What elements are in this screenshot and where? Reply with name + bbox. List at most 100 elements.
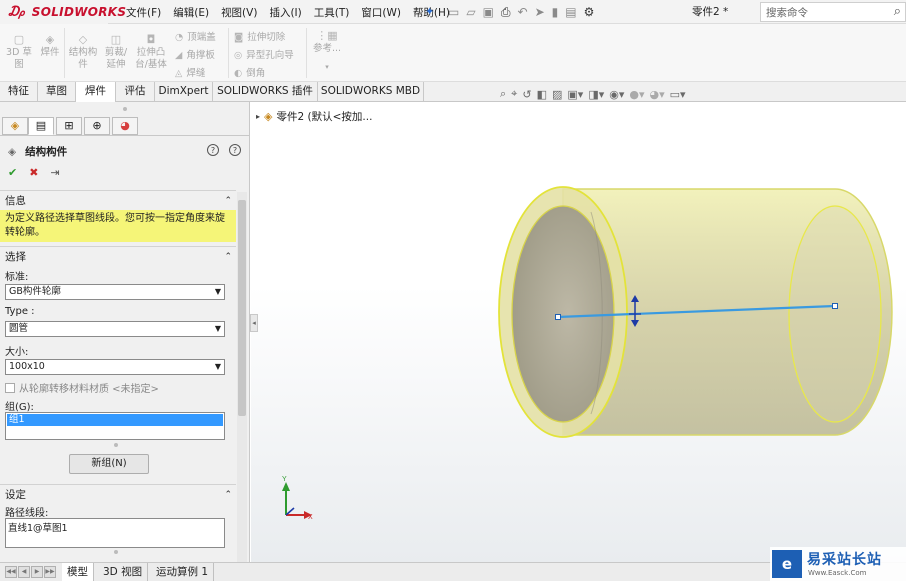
undo-icon[interactable]: ↶ (518, 5, 528, 19)
file-properties-icon[interactable]: ▤ (565, 5, 576, 19)
prev-tab-icon[interactable]: ◀ (18, 566, 30, 578)
flyout-feature-tree[interactable]: ▸ ◈ 零件2 (默认<按加... (256, 109, 372, 124)
transfer-material-checkbox-row[interactable]: 从轮廓转移材料材质 <未指定> (5, 380, 159, 395)
tab-model[interactable]: 模型 (62, 563, 94, 581)
hole-wizard-button[interactable]: ◎ 异型孔向导 (234, 47, 294, 64)
sketch3d-button[interactable]: ▢ 3D 草图 (4, 34, 34, 71)
end-cap-button[interactable]: ◔ 顶端盖 (175, 29, 216, 46)
next-tab-icon[interactable]: ▶ (31, 566, 43, 578)
propertymanager-tab-icon[interactable]: ▤ (28, 117, 54, 135)
open-icon[interactable]: ▱ (466, 5, 475, 19)
sketch3d-icon: ▢ (13, 33, 25, 46)
extruded-boss-button[interactable]: ◘ 拉伸凸台/基体 (134, 34, 168, 71)
list-item[interactable]: 直线1@草图1 (8, 523, 68, 534)
tab-sketch[interactable]: 草图 (38, 82, 76, 102)
display-manager-tab-icon[interactable]: ◕ (112, 117, 138, 135)
panel-scrollbar[interactable] (237, 192, 247, 562)
gusset-button[interactable]: ◢ 角撑板 (175, 47, 215, 64)
resize-grip[interactable] (114, 550, 118, 554)
model-view[interactable]: Y X (251, 102, 906, 562)
collapse-icon[interactable]: ⌃ (224, 192, 232, 210)
new-document-icon[interactable]: ▭ (448, 5, 459, 19)
settings-section-header[interactable]: 设定 ⌃ (0, 486, 236, 504)
pin-menu-icon[interactable]: ✦ (425, 5, 434, 18)
tab-dimxpert[interactable]: DimXpert (155, 82, 213, 102)
previous-view-icon[interactable]: ↺ (522, 88, 531, 101)
reference-triad-icon[interactable]: Y X (282, 476, 313, 521)
weld-bead-button[interactable]: ◬ 焊缝 (175, 65, 205, 82)
structural-member-button[interactable]: ◇ 结构构件 (68, 34, 98, 71)
trim-extend-button[interactable]: ◫ 剪裁/延伸 (101, 34, 131, 71)
scrollbar-thumb[interactable] (238, 200, 246, 416)
featuremanager-tab-icon[interactable]: ◈ (2, 117, 28, 135)
detailed-preview-icon[interactable]: ? (207, 144, 219, 156)
configurationmanager-tab-icon[interactable]: ⊞ (56, 117, 82, 135)
panel-grip[interactable] (123, 107, 127, 111)
first-tab-icon[interactable]: ◀◀ (5, 566, 17, 578)
menu-tools[interactable]: 工具(T) (308, 5, 356, 20)
solidworks-logo[interactable]: ₯ SOLIDWORKS (0, 0, 126, 24)
edit-appearance-icon[interactable]: ●▾ (629, 88, 644, 101)
ok-button[interactable]: ✔ (8, 166, 17, 179)
menu-file[interactable]: 文件(F) (120, 5, 167, 20)
type-select[interactable]: 圆管 ▼ (5, 321, 225, 337)
transfer-material-checkbox[interactable] (5, 382, 15, 393)
zoom-to-fit-icon[interactable]: ⌕ (500, 87, 506, 101)
end-cap-label: 顶端盖 (187, 32, 216, 43)
save-icon[interactable]: ▣ (483, 5, 494, 19)
menu-view[interactable]: 视图(V) (215, 5, 263, 20)
new-group-button[interactable]: 新组(N) (69, 454, 149, 474)
help-icon[interactable]: ? (229, 144, 241, 156)
last-tab-icon[interactable]: ▶▶ (44, 566, 56, 578)
far-end-inner-edge[interactable] (788, 205, 882, 423)
path-segments-list[interactable]: 直线1@草图1 (5, 518, 225, 548)
collapse-icon[interactable]: ⌃ (224, 486, 232, 504)
search-icon[interactable]: ⌕ (894, 4, 901, 19)
rebuild-icon[interactable]: ▮ (552, 5, 559, 19)
collapse-icon[interactable]: ⌃ (224, 248, 232, 266)
menu-window[interactable]: 窗口(W) (355, 5, 407, 20)
menu-insert[interactable]: 插入(I) (263, 5, 307, 20)
line-endpoint[interactable] (832, 303, 838, 309)
view-orientation-icon[interactable]: ▣▾ (567, 88, 583, 101)
extruded-cut-button[interactable]: ◙ 拉伸切除 (234, 29, 285, 46)
reference-button[interactable]: ⋮▦ 参考... ▾ (310, 30, 344, 73)
tab-weldments[interactable]: 焊件 (76, 82, 116, 102)
tab-features[interactable]: 特征 (0, 82, 38, 102)
cancel-button[interactable]: ✖ (29, 166, 38, 179)
view-settings-icon[interactable]: ▭▾ (670, 88, 686, 101)
selection-section-header[interactable]: 选择 ⌃ (0, 248, 236, 266)
zoom-to-area-icon[interactable]: ⌖ (511, 87, 517, 101)
dimxpert-manager-tab-icon[interactable]: ⊕ (84, 117, 110, 135)
tab-solidworks-mbd[interactable]: SOLIDWORKS MBD (318, 82, 424, 102)
search-input[interactable]: 搜索命令 ⌕ (760, 2, 906, 22)
hide-show-items-icon[interactable]: ◉▾ (609, 88, 624, 101)
selection-heading: 选择 (5, 251, 26, 263)
options-gear-icon[interactable]: ⚙ (584, 5, 595, 19)
info-section-header[interactable]: 信息 ⌃ (0, 192, 236, 210)
size-select[interactable]: 100x10 ▼ (5, 359, 225, 375)
tab-motion-study[interactable]: 运动算例 1 (151, 563, 215, 581)
dynamic-annotation-icon[interactable]: ▨ (552, 88, 562, 101)
weldment-button[interactable]: ◈ 焊件 (35, 34, 65, 59)
line-endpoint[interactable] (555, 314, 561, 320)
display-style-icon[interactable]: ◨▾ (588, 88, 604, 101)
resize-grip[interactable] (114, 443, 118, 447)
tab-evaluate[interactable]: 评估 (116, 82, 155, 102)
chamfer-button[interactable]: ◐ 倒角 (234, 65, 265, 82)
section-view-icon[interactable]: ◧ (537, 88, 547, 101)
menu-edit[interactable]: 编辑(E) (167, 5, 215, 20)
group-list[interactable]: 组1 (5, 412, 225, 440)
standard-select[interactable]: GB构件轮廓 ▼ (5, 284, 225, 300)
tab-solidworks-addins[interactable]: SOLIDWORKS 插件 (213, 82, 318, 102)
graphics-area[interactable]: Y X (251, 102, 906, 562)
tab-3d-views[interactable]: 3D 视图 (98, 563, 149, 581)
print-icon[interactable]: ⎙ (501, 5, 511, 20)
select-icon[interactable]: ➤ (535, 5, 545, 19)
expand-icon[interactable]: ▸ (256, 112, 260, 121)
pushpin-icon[interactable]: ⇥ (50, 166, 59, 179)
scene-icon[interactable]: ◕▾ (650, 88, 665, 101)
panel-collapse-handle[interactable]: ◂ (250, 314, 258, 332)
list-item[interactable]: 组1 (7, 414, 223, 426)
near-end-bore[interactable] (511, 205, 615, 423)
